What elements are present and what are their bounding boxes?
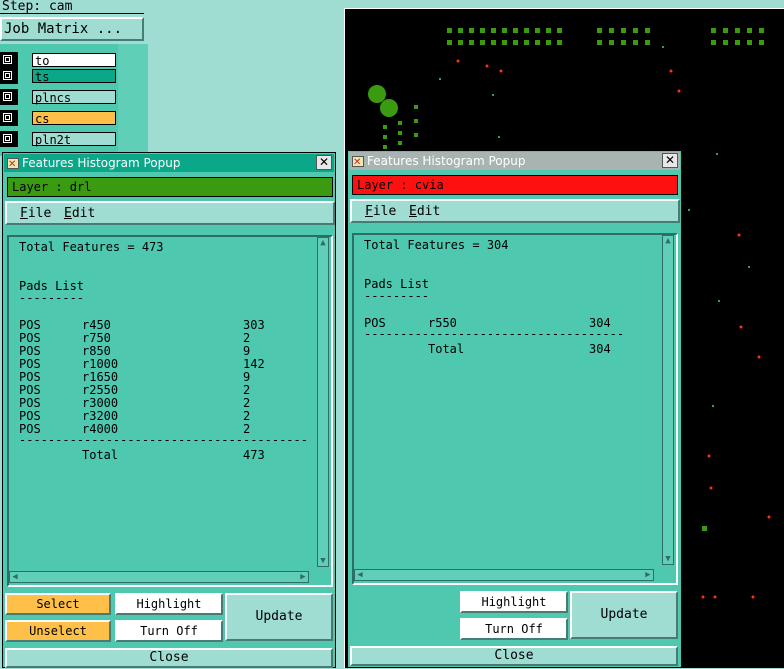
layer-row-pln2t[interactable]: pln2t [0, 131, 118, 147]
layer-checkbox[interactable] [3, 92, 12, 101]
histogram-popup-drl: Features Histogram Popup ✕ Layer : drl F… [2, 152, 336, 668]
layer-name[interactable]: plncs [32, 90, 116, 105]
close-icon[interactable]: ✕ [662, 153, 678, 168]
turn-off-button[interactable]: Turn Off [115, 620, 223, 642]
layer-indicator: Layer : drl [7, 177, 333, 197]
list-underline: --------- [364, 289, 430, 303]
menu-bar: File Edit [350, 199, 680, 223]
scroll-left-icon[interactable]: ◀ [10, 572, 20, 582]
layer-name[interactable]: pln2t [32, 132, 116, 147]
job-matrix-button[interactable]: Job Matrix ... [0, 17, 144, 41]
total-label: Total [428, 342, 465, 356]
layer-name[interactable]: cs [32, 111, 116, 126]
layer-name[interactable]: ts [32, 69, 116, 84]
histogram-popup-cvia: Features Histogram Popup ✕ Layer : cvia … [347, 150, 682, 668]
menu-edit[interactable]: Edit [409, 204, 440, 219]
highlight-button[interactable]: Highlight [460, 591, 568, 613]
layer-list-scroll-strip [118, 44, 148, 156]
popup-titlebar[interactable]: Features Histogram Popup ✕ [349, 152, 680, 172]
layer-checkbox[interactable] [3, 55, 12, 64]
menu-edit[interactable]: Edit [64, 206, 95, 221]
scroll-right-icon[interactable]: ▶ [643, 570, 653, 580]
unselect-button[interactable]: Unselect [5, 620, 111, 642]
menu-file[interactable]: File [365, 204, 396, 219]
window-icon [7, 156, 19, 174]
vertical-scrollbar[interactable]: ▲ ▼ [317, 237, 329, 567]
layer-checkbox[interactable] [3, 71, 12, 80]
layer-checkbox[interactable] [3, 134, 12, 143]
total-features: Total Features = 473 [19, 240, 164, 254]
scroll-up-icon[interactable]: ▲ [318, 238, 328, 248]
layer-checkbox[interactable] [3, 113, 12, 122]
layer-name[interactable]: to [32, 53, 116, 68]
histogram-text-area[interactable]: Total Features = 304 Pads List ---------… [352, 233, 678, 585]
menu-file[interactable]: File [20, 206, 51, 221]
select-button[interactable]: Select [5, 593, 111, 615]
layer-row-plncs[interactable]: plncs [0, 89, 118, 105]
menu-bar: File Edit [5, 201, 335, 225]
scroll-up-icon[interactable]: ▲ [663, 236, 673, 246]
histogram-text-area[interactable]: Total Features = 473 Pads List ---------… [7, 235, 333, 587]
horizontal-scrollbar[interactable]: ◀ ▶ [9, 571, 309, 583]
update-button[interactable]: Update [225, 593, 333, 641]
total-label: Total [82, 448, 119, 462]
layer-row-ts[interactable]: ts [0, 68, 118, 84]
turn-off-button[interactable]: Turn Off [460, 618, 568, 640]
vertical-scrollbar[interactable]: ▲ ▼ [662, 235, 674, 565]
list-underline: --------- [19, 291, 85, 305]
horizontal-scrollbar[interactable]: ◀ ▶ [354, 569, 654, 581]
close-icon[interactable]: ✕ [316, 155, 332, 170]
layer-row-cs[interactable]: cs [0, 110, 118, 126]
close-button[interactable]: Close [5, 648, 333, 668]
popup-title: Features Histogram Popup [22, 156, 181, 170]
scroll-down-icon[interactable]: ▼ [318, 556, 328, 566]
total-features: Total Features = 304 [364, 238, 509, 252]
popup-title: Features Histogram Popup [367, 154, 526, 168]
update-button[interactable]: Update [570, 591, 678, 639]
scroll-left-icon[interactable]: ◀ [355, 570, 365, 580]
scroll-right-icon[interactable]: ▶ [298, 572, 308, 582]
layer-indicator: Layer : cvia [352, 175, 678, 195]
close-button[interactable]: Close [350, 646, 678, 666]
popup-titlebar[interactable]: Features Histogram Popup ✕ [4, 154, 334, 174]
separator-line: ---------------------------------------- [19, 433, 308, 447]
total-value: 473 [243, 448, 265, 462]
window-icon [352, 154, 364, 172]
separator-line: ------------------------------------ [364, 327, 625, 341]
layer-row-to[interactable]: to [0, 52, 118, 68]
scroll-down-icon[interactable]: ▼ [663, 554, 673, 564]
step-label: Step: cam [0, 0, 144, 14]
highlight-button[interactable]: Highlight [115, 593, 223, 615]
total-value: 304 [589, 342, 611, 356]
